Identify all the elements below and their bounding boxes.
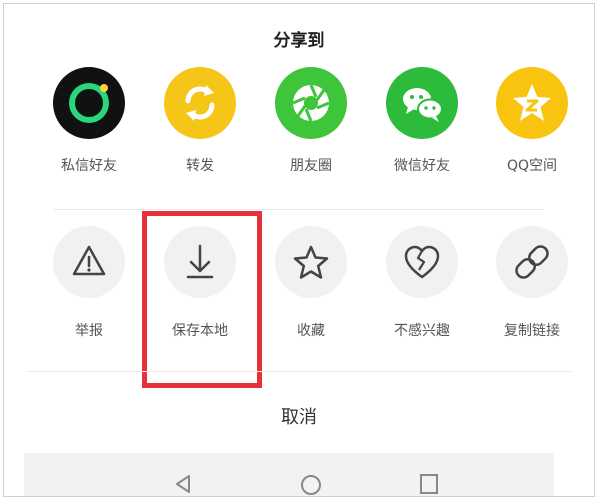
action-label: 不感兴趣: [394, 323, 450, 339]
divider: [54, 209, 544, 210]
action-label: 复制链接: [504, 323, 560, 339]
action-report[interactable]: 举报: [39, 226, 139, 340]
share-sheet: 分享到 私信好友 转发 朋友圈 微信好友 QQ空间 举报 保存本地 收藏 不感兴…: [3, 3, 595, 497]
share-item-label: 转发: [186, 158, 214, 174]
recents-icon[interactable]: [419, 473, 439, 497]
back-icon[interactable]: [174, 473, 192, 495]
action-favorite[interactable]: 收藏: [261, 226, 361, 340]
private-message-icon: [53, 67, 125, 139]
highlight-box: [142, 211, 262, 388]
cancel-button[interactable]: 取消: [4, 403, 594, 429]
broken-heart-icon: [386, 226, 458, 298]
link-icon: [496, 226, 568, 298]
share-targets-row: 私信好友 转发 朋友圈 微信好友 QQ空间: [4, 67, 594, 187]
home-icon[interactable]: [299, 473, 323, 497]
sheet-title: 分享到: [273, 31, 325, 51]
share-item-label: 微信好友: [394, 158, 450, 174]
action-copy-link[interactable]: 复制链接: [482, 226, 582, 340]
action-label: 收藏: [297, 323, 325, 339]
share-item-private-message[interactable]: 私信好友: [39, 67, 139, 175]
action-label: 举报: [75, 323, 103, 339]
share-item-label: 朋友圈: [290, 158, 332, 174]
divider: [26, 371, 572, 372]
wechat-icon: [386, 67, 458, 139]
warning-icon: [53, 226, 125, 298]
star-icon: [275, 226, 347, 298]
share-item-moments[interactable]: 朋友圈: [261, 67, 361, 175]
share-item-label: QQ空间: [506, 158, 558, 174]
android-nav-bar: [24, 453, 554, 497]
share-item-label: 私信好友: [61, 158, 117, 174]
share-item-repost[interactable]: 转发: [150, 67, 250, 175]
action-not-interested[interactable]: 不感兴趣: [372, 226, 472, 340]
repost-icon: [164, 67, 236, 139]
share-item-wechat[interactable]: 微信好友: [372, 67, 472, 175]
wechat-moments-icon: [275, 67, 347, 139]
share-item-qzone[interactable]: QQ空间: [482, 67, 582, 175]
actions-row: 举报 保存本地 收藏 不感兴趣 复制链接: [4, 226, 594, 346]
qzone-icon: [496, 67, 568, 139]
